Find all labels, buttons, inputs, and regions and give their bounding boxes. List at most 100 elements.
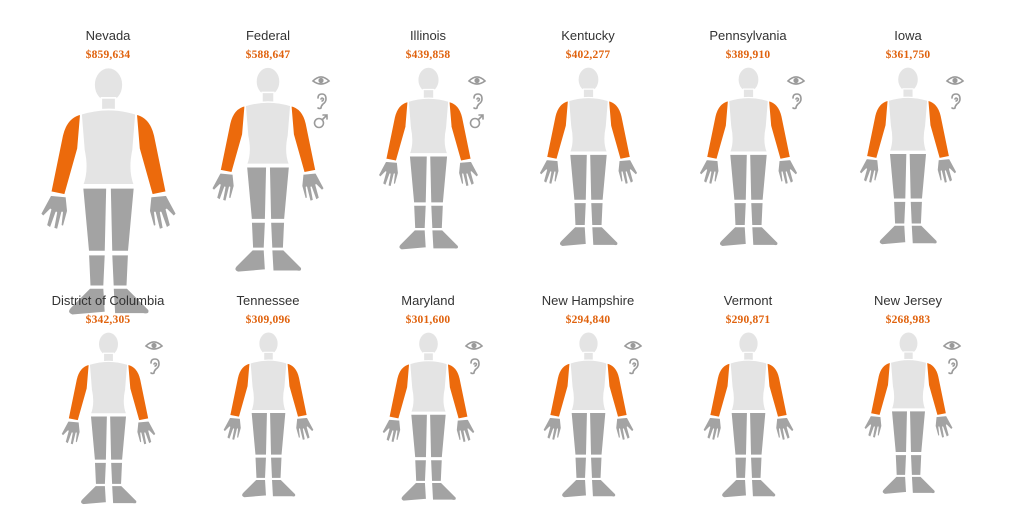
body-part-right-foot — [270, 478, 296, 498]
body-part-right-thigh — [108, 186, 135, 253]
body-figure — [377, 66, 479, 251]
body-part-left-arm — [705, 100, 729, 161]
eye-icon — [464, 341, 483, 350]
body-part-right-hand — [776, 158, 798, 186]
figure-card: Vermont $290,871 — [658, 265, 838, 525]
compensation-amount: $342,305 — [85, 314, 131, 326]
body-part-torso — [727, 96, 769, 153]
body-part-left-thigh — [245, 166, 268, 221]
injury-badges — [623, 337, 645, 377]
body-part-left-shin — [93, 461, 107, 486]
body-part-torso — [889, 358, 927, 410]
body-part-left-arm — [548, 362, 571, 418]
eye-icon — [145, 341, 164, 350]
body-part-left-arm — [865, 99, 889, 160]
body-part-right-hand — [457, 160, 479, 188]
figure-card: Federal $588,647 — [178, 0, 358, 274]
body-part-right-hand — [455, 418, 476, 444]
body-part-left-thigh — [249, 411, 268, 456]
jurisdiction-name: Tennessee — [236, 293, 300, 308]
eye-icon — [311, 76, 331, 85]
body-part-torso — [79, 108, 137, 186]
body-part-right-shin — [109, 461, 123, 486]
body-figure — [221, 331, 315, 499]
injury-badges — [311, 72, 333, 132]
body-part-right-shin — [429, 204, 444, 230]
compensation-amount: $361,750 — [885, 49, 931, 61]
body-part-head — [896, 66, 920, 93]
body-part-left-shin — [572, 201, 587, 227]
body-figure — [858, 66, 958, 246]
male-icon — [469, 114, 484, 129]
body-part-right-thigh — [748, 153, 768, 202]
body-part-right-thigh — [748, 411, 767, 456]
body-part-right-foot — [430, 229, 459, 250]
body-part-left-thigh — [890, 410, 908, 454]
body-part-right-shin — [589, 456, 603, 480]
body-part-left-foot — [397, 229, 427, 251]
ear-icon — [472, 93, 483, 110]
jurisdiction-name: Iowa — [894, 28, 922, 43]
figure-card: District of Columbia $342,305 — [18, 265, 198, 525]
body-part-left-thigh — [568, 153, 588, 202]
compensation-amount: $309,096 — [245, 314, 291, 326]
body-part-left-hand — [858, 157, 880, 185]
body-part-left-thigh — [408, 155, 428, 204]
body-part-left-shin — [253, 456, 267, 480]
body-part-right-foot — [750, 478, 776, 498]
body-part-left-thigh — [81, 186, 108, 253]
body-part-right-thigh — [428, 413, 447, 459]
body-part-head — [416, 66, 440, 94]
body-part-right-foot — [910, 224, 938, 245]
ear-icon — [791, 93, 802, 110]
body-part-right-hand — [614, 416, 635, 442]
body-part-right-shin — [909, 453, 922, 476]
body-part-left-hand — [221, 416, 242, 442]
body-part-left-hand — [59, 420, 81, 446]
jurisdiction-name: District of Columbia — [51, 293, 165, 308]
jurisdiction-name: Pennsylvania — [709, 28, 787, 43]
body-part-right-arm — [607, 100, 631, 161]
body-part-right-foot — [750, 226, 779, 247]
eye-icon — [946, 76, 965, 85]
compensation-amount: $439,858 — [405, 49, 451, 61]
injury-badges — [786, 72, 808, 112]
body-part-right-thigh — [908, 152, 928, 200]
body-part-torso — [407, 97, 449, 155]
figure-card: New Jersey $268,983 — [818, 265, 998, 525]
compensation-amount: $290,871 — [725, 314, 771, 326]
body-part-right-foot — [590, 226, 619, 247]
body-part-left-hand — [380, 418, 401, 444]
body-part-left-arm — [545, 100, 569, 161]
body-part-left-foot — [558, 226, 587, 248]
compensation-amount: $859,634 — [85, 49, 131, 61]
figure-card: Maryland $301,600 — [338, 265, 518, 525]
body-part-left-foot — [720, 478, 747, 499]
body-part-right-shin — [909, 200, 924, 225]
body-part-right-shin — [269, 221, 286, 250]
body-figure — [538, 66, 638, 248]
body-part-right-hand — [300, 172, 326, 203]
jurisdiction-name: Kentucky — [561, 28, 615, 43]
body-part-right-thigh — [908, 410, 926, 454]
body-part-left-arm — [384, 100, 409, 162]
injury-badges — [467, 72, 489, 132]
injury-badges — [945, 72, 967, 112]
body-part-torso — [244, 101, 292, 166]
body-figure — [210, 66, 326, 274]
body-part-left-foot — [399, 481, 427, 502]
body-part-left-hand — [210, 172, 236, 203]
body-part-left-arm — [219, 104, 246, 174]
body-part-left-arm — [66, 363, 90, 422]
body-part-right-shin — [589, 201, 604, 227]
body-part-right-shin — [749, 201, 764, 227]
eye-icon — [786, 76, 806, 85]
body-part-left-hand — [377, 160, 399, 188]
body-part-torso — [567, 96, 609, 153]
body-part-right-foot — [430, 481, 457, 502]
body-part-right-foot — [110, 484, 138, 505]
body-figure — [698, 66, 798, 248]
body-part-right-arm — [134, 112, 167, 196]
body-part-torso — [887, 96, 929, 152]
body-part-left-arm — [49, 112, 82, 196]
